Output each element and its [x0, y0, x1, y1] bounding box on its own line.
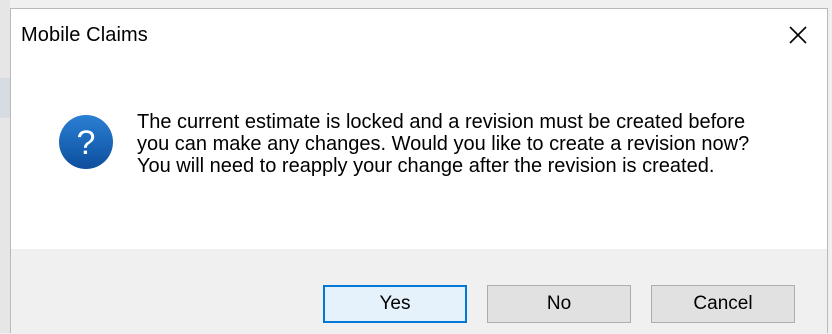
message-dialog: Mobile Claims ? The current estimate is …: [10, 8, 828, 334]
background-window-edge: [0, 0, 10, 333]
svg-text:?: ?: [77, 124, 96, 162]
dialog-content: ? The current estimate is locked and a r…: [11, 61, 827, 249]
close-icon: [789, 26, 807, 44]
title-bar[interactable]: Mobile Claims: [11, 9, 827, 61]
dialog-message: The current estimate is locked and a rev…: [137, 111, 750, 177]
question-icon: ?: [59, 115, 113, 169]
button-bar: Yes No Cancel: [11, 249, 827, 334]
background-window-stub: [0, 78, 10, 118]
close-button[interactable]: [769, 9, 827, 61]
yes-button[interactable]: Yes: [323, 285, 467, 323]
no-button[interactable]: No: [487, 285, 631, 323]
cancel-button[interactable]: Cancel: [651, 285, 795, 323]
dialog-title: Mobile Claims: [21, 24, 148, 46]
